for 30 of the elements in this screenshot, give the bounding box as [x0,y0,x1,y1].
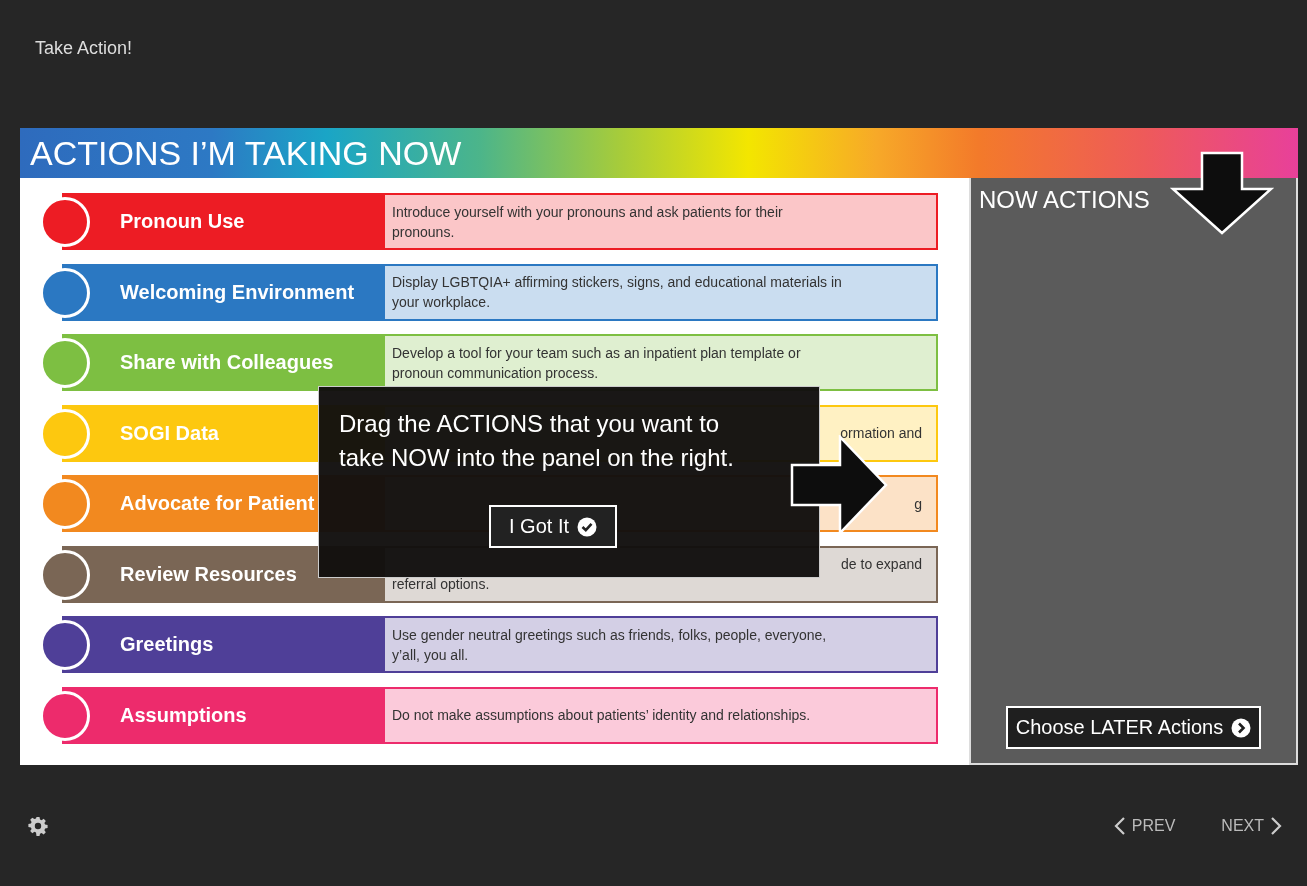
description-text: Do not make assumptions about patients’ identity and relationships. [392,706,812,725]
next-button[interactable]: NEXT [1221,815,1282,836]
description-text: Use gender neutral greetings such as friends, folks, people, everyone, [392,625,828,645]
description-text: y’all, you all. [392,645,470,665]
description-text: pronoun communication process. [392,363,600,383]
check-circle-icon [577,516,598,537]
down-arrow-icon [1170,151,1274,235]
description-text: ormation and [840,424,922,443]
action-card[interactable]: Welcoming Environment [62,263,383,321]
description-text: Develop a tool for your team such as an inpatient plan template or [392,343,802,363]
action-card[interactable]: Pronoun Use [62,193,383,250]
action-card[interactable]: Assumptions [62,686,383,744]
got-it-button[interactable]: I Got It [489,505,618,548]
chevron-circle-icon [1231,717,1252,738]
description-text: referral options. [392,575,491,594]
chevron-right-icon [1270,815,1282,836]
description-text: Introduce yourself with your pronouns and ask patients for their [392,202,784,222]
chevron-left-icon [1113,815,1126,836]
choose-later-button[interactable]: Choose LATER Actions [1005,706,1262,749]
description-text: your workplace. [392,293,492,312]
description-text: g [914,494,922,514]
prev-button[interactable]: PREV [1113,815,1176,836]
window-title: Take Action! [35,38,133,58]
settings-icon[interactable] [28,815,48,836]
description-text: de to expand [841,555,922,574]
action-card[interactable]: Greetings [62,616,383,673]
description-text: Display LGBTQIA+ affirming stickers, signs, and educational materials in [392,273,843,292]
panel-title: NOW ACTIONS [979,186,1150,214]
description-text: pronouns. [392,222,456,242]
slide-title: ACTIONS I’M TAKING NOW [30,133,462,173]
